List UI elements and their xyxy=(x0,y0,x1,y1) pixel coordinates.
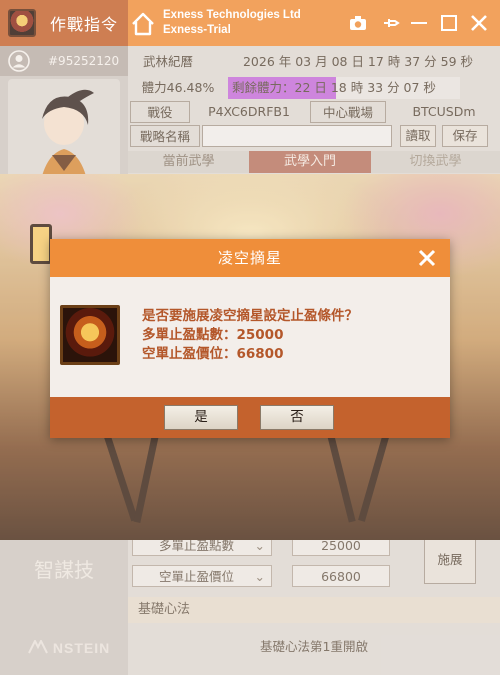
dialog-body: 是否要施展凌空摘星設定止盈條件？ 多單止盈點數：25000 空單止盈價位：668… xyxy=(50,277,450,397)
no-button[interactable]: 否 xyxy=(260,405,334,430)
confirm-dialog: 凌空摘星 是否要施展凌空摘星設定止盈條件？ 多單止盈點數：25000 空單止盈價… xyxy=(50,239,450,438)
dialog-footer: 是 否 xyxy=(50,397,450,438)
close-icon[interactable] xyxy=(416,247,438,269)
dialog-title: 凌空摘星 xyxy=(217,249,282,267)
dialog-message: 是否要施展凌空摘星設定止盈條件？ 多單止盈點數：25000 空單止盈價位：668… xyxy=(142,307,358,364)
dialog-header: 凌空摘星 xyxy=(50,239,450,277)
dialog-long-tp: 多單止盈點數：25000 xyxy=(142,327,284,343)
yes-button[interactable]: 是 xyxy=(164,405,238,430)
skill-icon xyxy=(60,305,120,365)
dialog-short-tp: 空單止盈價位：66800 xyxy=(142,346,284,362)
dialog-question: 是否要施展凌空摘星設定止盈條件？ xyxy=(142,308,358,324)
